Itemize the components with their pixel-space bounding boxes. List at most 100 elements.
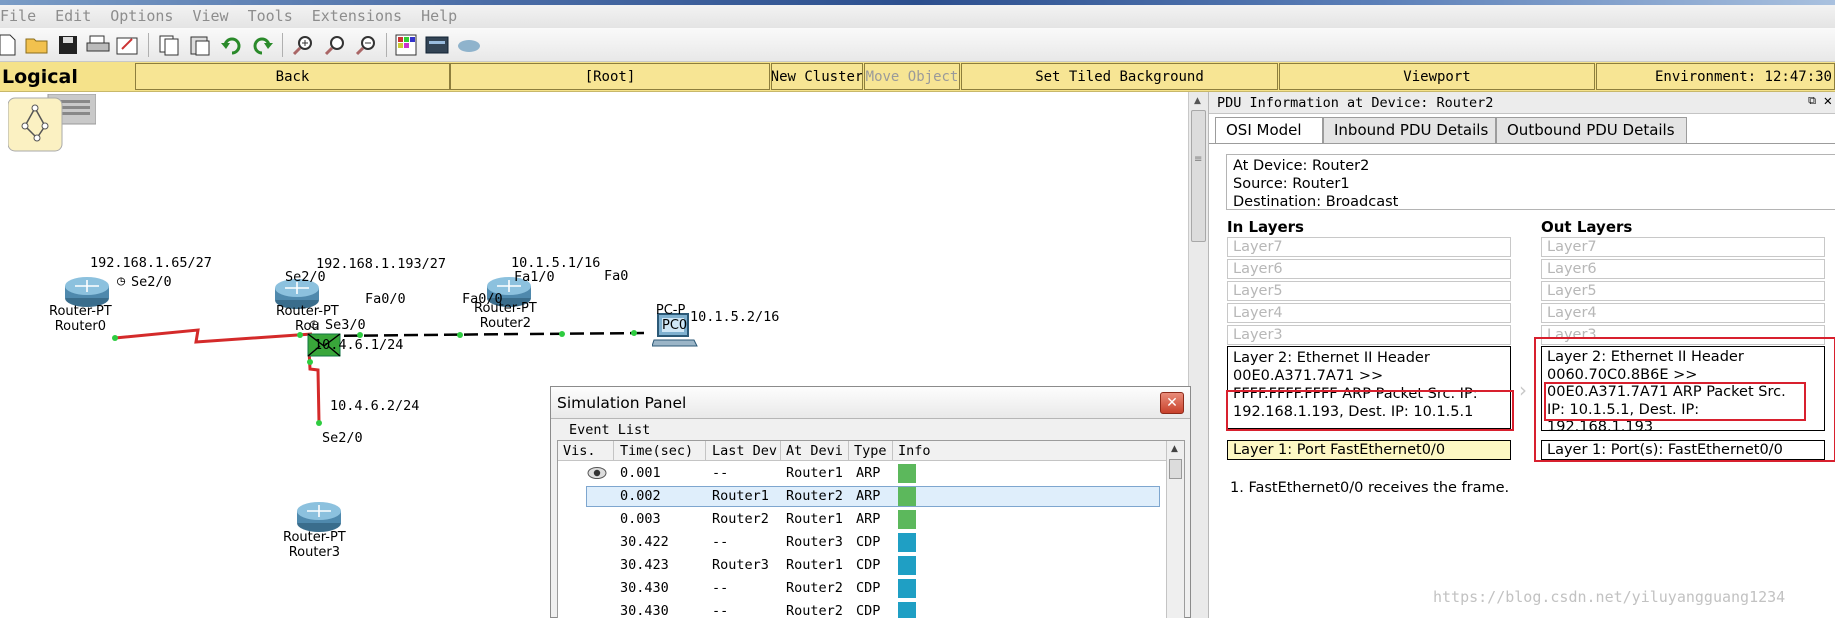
watermark: https://blog.csdn.net/yiluyangguang1234 xyxy=(1433,588,1786,606)
interface-label: Se2/0 xyxy=(131,274,172,290)
new-file-icon[interactable] xyxy=(0,32,20,58)
router-icon[interactable] xyxy=(294,497,344,533)
menu-options[interactable]: Options xyxy=(110,7,173,25)
device-label-router3[interactable]: Router-PT Router3 xyxy=(283,530,346,560)
event-row[interactable]: 30.430 -- Router2 CDP xyxy=(558,600,1166,618)
viewport-button[interactable]: Viewport xyxy=(1279,63,1595,90)
event-last-device: -- xyxy=(712,580,729,596)
event-row[interactable]: 0.003 Router2 Router1 ARP xyxy=(558,508,1166,531)
column-header-at-device[interactable]: At Devi xyxy=(786,443,843,459)
interface-label: Fa0 xyxy=(604,268,629,284)
in-layer-5[interactable]: Layer5 xyxy=(1227,281,1511,301)
print-icon[interactable] xyxy=(85,32,111,58)
out-layers-heading: Out Layers xyxy=(1541,218,1633,236)
in-layer-7[interactable]: Layer7 xyxy=(1227,237,1511,257)
set-tiled-background-button[interactable]: Set Tiled Background xyxy=(961,63,1278,90)
event-info-color-swatch[interactable] xyxy=(898,579,916,598)
eye-icon[interactable] xyxy=(587,466,607,480)
device-label-pc0[interactable]: PC-P PC0 xyxy=(654,303,687,333)
open-folder-icon[interactable] xyxy=(24,32,50,58)
out-layer-7[interactable]: Layer7 xyxy=(1541,237,1825,257)
in-layer-6[interactable]: Layer6 xyxy=(1227,259,1511,279)
in-layer-4[interactable]: Layer4 xyxy=(1227,303,1511,323)
activity-wizard-icon[interactable] xyxy=(115,32,141,58)
ethernet-link-router1-router2[interactable] xyxy=(323,332,521,338)
device-label-router2[interactable]: Router-PT Router2 xyxy=(474,301,537,331)
event-info-color-swatch[interactable] xyxy=(898,487,916,506)
event-at-device: Router2 xyxy=(786,603,843,618)
out-layer-4[interactable]: Layer4 xyxy=(1541,303,1825,323)
event-list-header: Vis. Time(sec) Last Dev At Devi Type Inf… xyxy=(558,441,1166,461)
toolbar xyxy=(0,28,1835,62)
destination-text: Destination: Broadcast xyxy=(1233,194,1399,210)
router-icon[interactable] xyxy=(62,272,112,308)
save-icon[interactable] xyxy=(55,32,81,58)
redo-icon[interactable] xyxy=(249,32,275,58)
ip-label: 10.4.6.1/24 xyxy=(314,337,404,353)
event-time: 30.423 xyxy=(620,557,669,573)
device-label-router1[interactable]: Router-PT Rou xyxy=(276,304,339,334)
event-row[interactable]: 30.423 Router3 Router1 CDP xyxy=(558,554,1166,577)
restore-icon[interactable]: ⧉ xyxy=(1808,94,1816,108)
column-header-last-device[interactable]: Last Dev xyxy=(712,443,777,459)
menu-extensions[interactable]: Extensions xyxy=(312,7,402,25)
tab-osi-model[interactable]: OSI Model xyxy=(1215,117,1323,144)
column-header-vis[interactable]: Vis. xyxy=(563,443,596,459)
scrollbar-thumb[interactable] xyxy=(1191,110,1206,242)
column-header-time[interactable]: Time(sec) xyxy=(620,443,693,459)
column-header-type[interactable]: Type xyxy=(854,443,887,459)
scrollbar-thumb[interactable] xyxy=(1169,459,1182,479)
interface-label: Fa0/0 xyxy=(365,291,406,307)
menu-edit[interactable]: Edit xyxy=(55,7,91,25)
move-object-button[interactable]: Move Object xyxy=(864,63,960,90)
device-label-router0[interactable]: Router-PT Router0 xyxy=(49,304,112,334)
out-layer-6[interactable]: Layer6 xyxy=(1541,259,1825,279)
event-info-color-swatch[interactable] xyxy=(898,602,916,618)
in-layer-1[interactable]: Layer 1: Port FastEthernet0/0 xyxy=(1227,440,1511,460)
device-dialog-icon[interactable] xyxy=(424,32,450,58)
interface-label: Fa1/0 xyxy=(514,269,555,285)
pdu-step-note: 1. FastEthernet0/0 receives the frame. xyxy=(1230,480,1510,496)
new-cluster-button[interactable]: New Cluster xyxy=(771,63,863,90)
simulation-panel: Simulation Panel ✕ Event List Vis. Time(… xyxy=(550,386,1191,618)
event-row[interactable]: 0.001 -- Router1 ARP xyxy=(558,462,1166,485)
zoom-out-icon[interactable] xyxy=(353,32,379,58)
tab-inbound-pdu-details[interactable]: Inbound PDU Details xyxy=(1323,117,1496,143)
back-button[interactable]: Back xyxy=(135,63,450,90)
out-layer-5[interactable]: Layer5 xyxy=(1541,281,1825,301)
event-info-color-swatch[interactable] xyxy=(898,510,916,529)
environment-button[interactable]: Environment: 12:47:30 xyxy=(1596,63,1835,90)
copy-icon[interactable] xyxy=(156,32,182,58)
workspace-scrollbar[interactable]: ▲ ≡ xyxy=(1188,92,1208,618)
simulation-panel-title: Simulation Panel ✕ xyxy=(551,387,1190,419)
tab-outbound-pdu-details[interactable]: Outbound PDU Details xyxy=(1496,117,1687,143)
menu-help[interactable]: Help xyxy=(421,7,457,25)
column-header-info[interactable]: Info xyxy=(898,443,931,459)
cloud-icon[interactable] xyxy=(456,32,482,58)
scroll-up-arrow-icon[interactable]: ▲ xyxy=(1171,444,1178,454)
event-row[interactable]: 30.422 -- Router3 CDP xyxy=(558,531,1166,554)
event-at-device: Router2 xyxy=(786,488,843,504)
title-bar-strip xyxy=(0,0,1835,5)
event-info-color-swatch[interactable] xyxy=(898,556,916,575)
scroll-up-arrow-icon[interactable]: ▲ xyxy=(1194,96,1201,106)
close-icon[interactable]: ✕ xyxy=(1824,93,1832,109)
menu-tools[interactable]: Tools xyxy=(248,7,293,25)
event-info-color-swatch[interactable] xyxy=(898,464,916,483)
event-info-color-swatch[interactable] xyxy=(898,533,916,552)
zoom-reset-icon[interactable] xyxy=(322,32,348,58)
paste-icon[interactable] xyxy=(187,32,213,58)
event-list-scrollbar[interactable]: ▲ xyxy=(1166,441,1184,618)
close-icon[interactable]: ✕ xyxy=(1160,392,1184,414)
event-row[interactable]: 30.430 -- Router2 CDP xyxy=(558,577,1166,600)
menu-view[interactable]: View xyxy=(192,7,228,25)
palette-icon[interactable] xyxy=(393,32,419,58)
event-last-device: Router1 xyxy=(712,488,769,504)
in-layer-3[interactable]: Layer3 xyxy=(1227,325,1511,345)
menu-file[interactable]: File xyxy=(0,7,36,25)
ip-label: 192.168.1.65/27 xyxy=(90,255,212,271)
event-row[interactable]: 0.002 Router1 Router2 ARP xyxy=(558,485,1166,508)
zoom-in-icon[interactable] xyxy=(290,32,316,58)
undo-icon[interactable] xyxy=(219,32,245,58)
root-button[interactable]: [Root] xyxy=(450,63,770,90)
